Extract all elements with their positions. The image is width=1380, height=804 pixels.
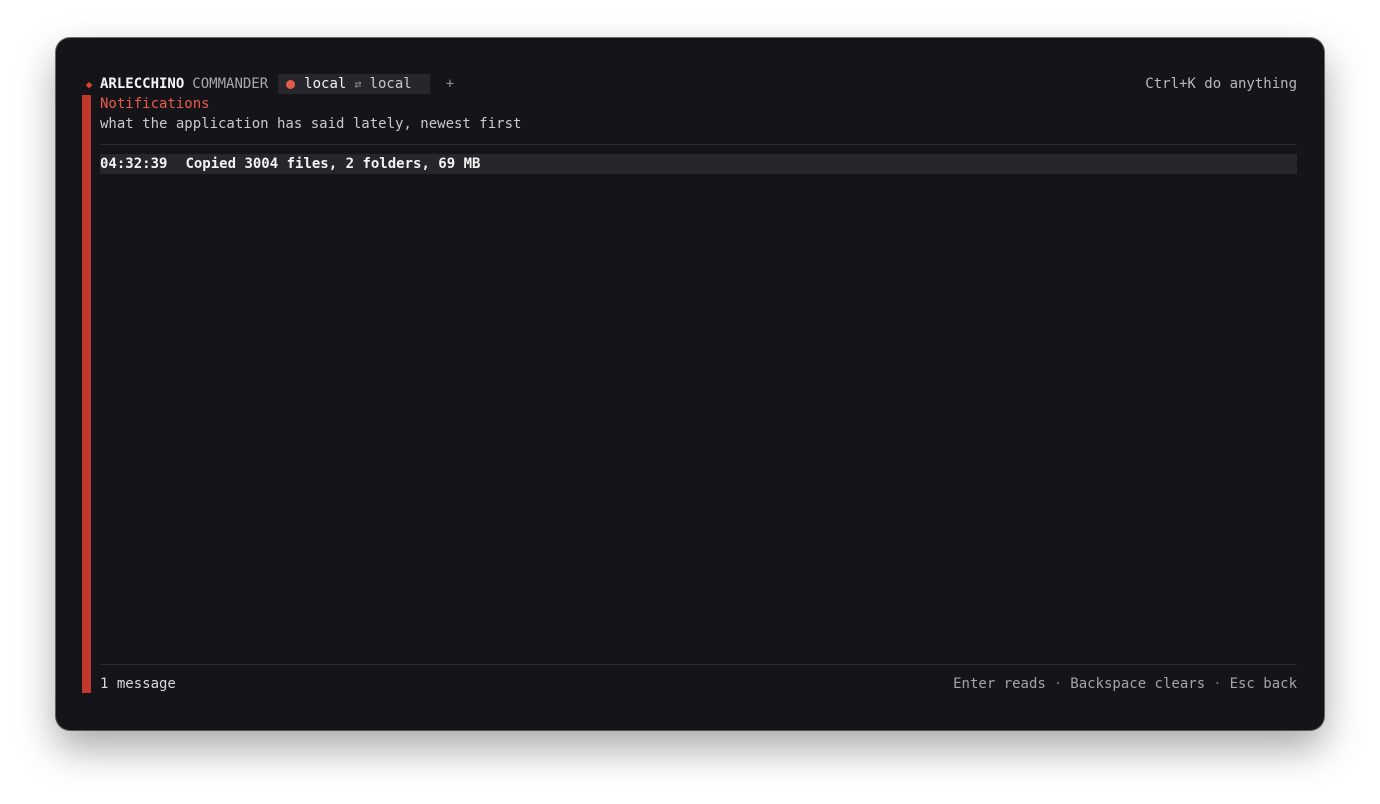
tab-status-dot-icon [286, 79, 296, 89]
title-bar: ◆ ARLECCHINO COMMANDER local ⇄ local + C… [56, 38, 1324, 94]
panel-subtitle: what the application has said lately, ne… [100, 116, 522, 132]
brand-name: ARLECCHINO [100, 76, 185, 92]
notifications-panel: Notifications what the application has s… [100, 94, 1297, 693]
top-line: ◆ ARLECCHINO COMMANDER local ⇄ local + C… [82, 74, 1297, 94]
app-window: ◆ ARLECCHINO COMMANDER local ⇄ local + C… [56, 38, 1324, 730]
hint-separator: · [1213, 676, 1222, 692]
tab-left-pane-label: local [304, 76, 347, 92]
brand-suffix: COMMANDER [192, 76, 269, 92]
hint-separator: · [1053, 676, 1063, 692]
status-footer: 1 message Enter reads · Backspace clears · E… [100, 674, 1297, 694]
message-count: 1 message [100, 676, 176, 692]
message-time: 04:32:39 [100, 156, 168, 172]
hint-enter: Enter reads [953, 676, 1046, 692]
key-hints: Enter reads · Backspace clears · Esc back [953, 676, 1297, 692]
footer-divider [100, 664, 1297, 665]
hint-backspace: Backspace clears [1070, 676, 1206, 692]
message-row[interactable]: 04:32:39 Copied 3004 files, 2 folders, 6… [100, 154, 1297, 174]
panel-accent-bar [82, 95, 91, 693]
message-list: 04:32:39 Copied 3004 files, 2 folders, 6… [100, 154, 1297, 174]
tab-local-local[interactable]: local ⇄ local [278, 74, 430, 94]
panel-title: Notifications [100, 96, 210, 112]
new-tab-button[interactable]: + [446, 76, 454, 92]
hint-esc: Esc back [1229, 676, 1297, 692]
message-text: Copied 3004 files, 2 folders, 69 MB [185, 156, 481, 172]
header-divider [100, 144, 1297, 145]
swap-icon: ⇄ [354, 77, 362, 91]
tab-right-pane-label: local [369, 76, 412, 92]
brand-diamond-icon: ◆ [85, 77, 93, 91]
command-palette-hint[interactable]: Ctrl+K do anything [1145, 76, 1297, 92]
